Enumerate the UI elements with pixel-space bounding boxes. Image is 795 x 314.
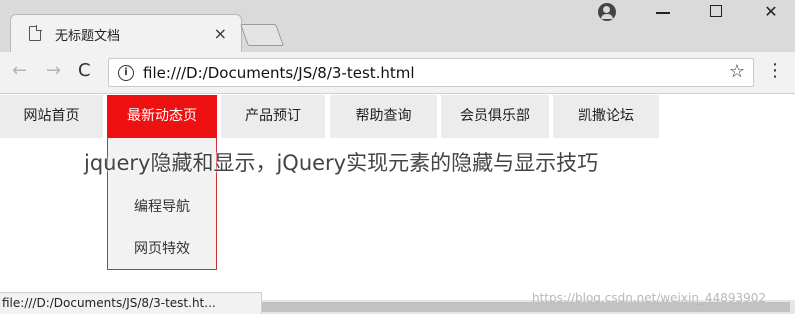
menu-item-news[interactable]: 最新动态页 [107, 95, 217, 138]
menu-item-products[interactable]: 产品预订 [221, 95, 325, 138]
browser-toolbar: ← → C i file:///D:/Documents/JS/8/3-test… [0, 52, 795, 94]
maximize-icon[interactable] [710, 5, 722, 17]
address-bar[interactable]: i file:///D:/Documents/JS/8/3-test.html … [108, 58, 754, 87]
back-icon[interactable]: ← [12, 60, 27, 81]
status-bar: file:///D:/Documents/JS/8/3-test.ht... [0, 292, 262, 314]
watermark: https://blog.csdn.net/weixin_44893902 [532, 291, 767, 305]
window-close-icon[interactable]: ✕ [756, 2, 786, 21]
dropdown-item-coding-nav[interactable]: 编程导航 [108, 196, 216, 216]
browser-menu-icon[interactable]: ⋮ [766, 60, 784, 81]
minimize-icon[interactable] [656, 12, 670, 14]
forward-icon[interactable]: → [46, 60, 61, 81]
overlay-caption: jquery隐藏和显示，jQuery实现元素的隐藏与显示技巧 [84, 151, 599, 175]
reload-icon[interactable]: C [78, 60, 91, 81]
tab-close-icon[interactable]: × [214, 24, 227, 43]
dropdown-item-web-effects[interactable]: 网页特效 [108, 238, 216, 258]
page-content: 网站首页 最新动态页 产品预订 帮助查询 会员俱乐部 凯撒论坛 编程导航 网页特… [0, 94, 795, 300]
menu-item-members[interactable]: 会员俱乐部 [441, 95, 549, 138]
address-url[interactable]: file:///D:/Documents/JS/8/3-test.html [143, 64, 415, 82]
menu-item-forum[interactable]: 凯撒论坛 [553, 95, 659, 138]
new-tab-button[interactable] [239, 24, 285, 46]
info-icon[interactable]: i [118, 65, 134, 81]
tab-title: 无标题文档 [55, 29, 121, 44]
document-icon [29, 25, 42, 41]
bookmark-star-icon[interactable]: ☆ [729, 61, 745, 82]
tab-strip: 无标题文档 × ✕ [0, 0, 795, 52]
menu-item-home[interactable]: 网站首页 [0, 95, 103, 138]
menu-item-help[interactable]: 帮助查询 [330, 95, 437, 138]
profile-icon[interactable] [598, 3, 616, 21]
browser-tab[interactable]: 无标题文档 × [10, 14, 242, 52]
